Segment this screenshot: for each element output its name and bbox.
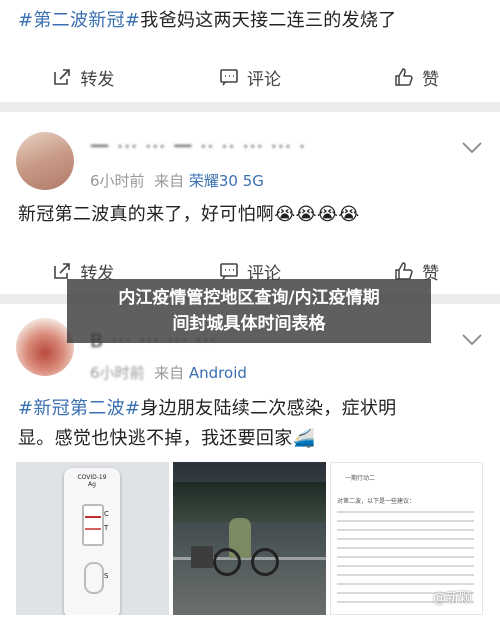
post-meta: 6小时前 来自 Android bbox=[90, 362, 247, 383]
like-label: 赞 bbox=[422, 69, 440, 90]
topic-link[interactable]: #第二波新冠# bbox=[18, 10, 140, 31]
document-line-1: 对第二波，以下是一些建议： bbox=[337, 498, 416, 505]
thumbs-up-icon bbox=[395, 68, 413, 86]
device-link[interactable]: 荣耀30 5G bbox=[189, 172, 264, 190]
post-2-body: 新冠第二波真的来了，好可怕啊 bbox=[18, 204, 275, 225]
post-3-text: #新冠第二波#身边朋友陆续二次感染，症状明 显。感觉也快逃不掉，我还要回家🚄 bbox=[0, 394, 414, 454]
post-3-body-2: 显。感觉也快逃不掉，我还要回家 bbox=[18, 428, 293, 449]
test-cassette: COVID-19 Ag C T S bbox=[64, 468, 120, 615]
post-3-line-1: #新冠第二波#身边朋友陆续二次感染，症状明 bbox=[18, 394, 396, 424]
document-header: 一期行动二 bbox=[345, 475, 376, 482]
bicycle-wheel-front bbox=[251, 548, 279, 576]
post-time: 6小时前 bbox=[90, 172, 145, 190]
post-3-line-2: 显。感觉也快逃不掉，我还要回家🚄 bbox=[18, 424, 396, 454]
train-emoji: 🚄 bbox=[292, 428, 316, 449]
avatar[interactable] bbox=[16, 132, 74, 190]
comment-icon bbox=[220, 263, 238, 280]
like-button[interactable]: 赞 bbox=[333, 65, 500, 90]
overlay-line-1: 内江疫情管控地区查询/内江疫情期 bbox=[118, 288, 380, 308]
topic-link[interactable]: #新冠第二波# bbox=[18, 398, 140, 419]
sample-well bbox=[84, 562, 104, 594]
brand-sub-label: Ag bbox=[88, 481, 96, 488]
crying-emoji: 😭😭😭😭 bbox=[274, 204, 360, 225]
post-card-2: 一 ··· ··· 一 ·· ·· ··· ··· · 6小时前 来自 荣耀30… bbox=[0, 112, 500, 294]
photo-document[interactable]: 一期行动二 对第二波，以下是一些建议： @新颗 bbox=[330, 462, 483, 615]
comment-icon bbox=[220, 69, 238, 86]
control-letter: C bbox=[104, 510, 109, 518]
bicycle-wheel-back bbox=[213, 548, 241, 576]
post-1-text: #第二波新冠#我爸妈这两天接二连三的发烧了 bbox=[0, 0, 500, 36]
from-label: 来自 bbox=[154, 172, 185, 190]
photo-street-cyclist[interactable] bbox=[173, 462, 326, 615]
result-c-line bbox=[85, 516, 101, 518]
repost-button[interactable]: 转发 bbox=[0, 65, 167, 90]
chevron-down-icon[interactable] bbox=[462, 142, 482, 154]
avatar[interactable] bbox=[16, 318, 74, 376]
sample-letter: S bbox=[104, 572, 109, 580]
repost-icon bbox=[54, 69, 71, 85]
comment-label: 评论 bbox=[247, 69, 281, 90]
device-link[interactable]: Android bbox=[189, 364, 247, 382]
post-meta: 6小时前 来自 荣耀30 5G bbox=[90, 170, 264, 191]
photo-grid: COVID-19 Ag C T S 一期行动二 对第二波，以下是一些建议： @新… bbox=[16, 462, 483, 615]
from-label: 来自 bbox=[154, 364, 185, 382]
title-overlay: 内江疫情管控地区查询/内江疫情期 间封城具体时间表格 bbox=[67, 279, 431, 343]
post-time: 6小时前 bbox=[90, 364, 145, 382]
thumbs-up-icon bbox=[395, 262, 413, 280]
post-2-header: 一 ··· ··· 一 ·· ·· ··· ··· · 6小时前 来自 荣耀30… bbox=[0, 112, 500, 190]
brand-label: COVID-19 bbox=[77, 474, 107, 481]
street-trees bbox=[173, 482, 326, 522]
repost-icon bbox=[54, 263, 71, 279]
watermark: @新颗 bbox=[432, 591, 472, 606]
result-window bbox=[82, 504, 104, 546]
repost-label: 转发 bbox=[80, 69, 115, 90]
post-3-body-1: 身边朋友陆续二次感染，症状明 bbox=[140, 398, 397, 419]
comment-button[interactable]: 评论 bbox=[167, 65, 334, 90]
photo-test-kit[interactable]: COVID-19 Ag C T S bbox=[16, 462, 169, 615]
chevron-down-icon[interactable] bbox=[462, 334, 482, 346]
post-2-text: 新冠第二波真的来了，好可怕啊😭😭😭😭 bbox=[0, 200, 378, 230]
test-letter: T bbox=[104, 524, 109, 532]
action-bar-1: 转发 评论 赞 bbox=[0, 54, 500, 100]
overlay-line-2: 间封城具体时间表格 bbox=[172, 314, 326, 334]
post-1-body: 我爸妈这两天接二连三的发烧了 bbox=[140, 10, 397, 31]
post-card-1: #第二波新冠#我爸妈这两天接二连三的发烧了 转发 评论 赞 bbox=[0, 0, 500, 102]
result-t-line bbox=[85, 528, 101, 530]
luggage bbox=[191, 546, 213, 568]
user-name[interactable]: 一 ··· ··· 一 ·· ·· ··· ··· · bbox=[90, 132, 306, 159]
